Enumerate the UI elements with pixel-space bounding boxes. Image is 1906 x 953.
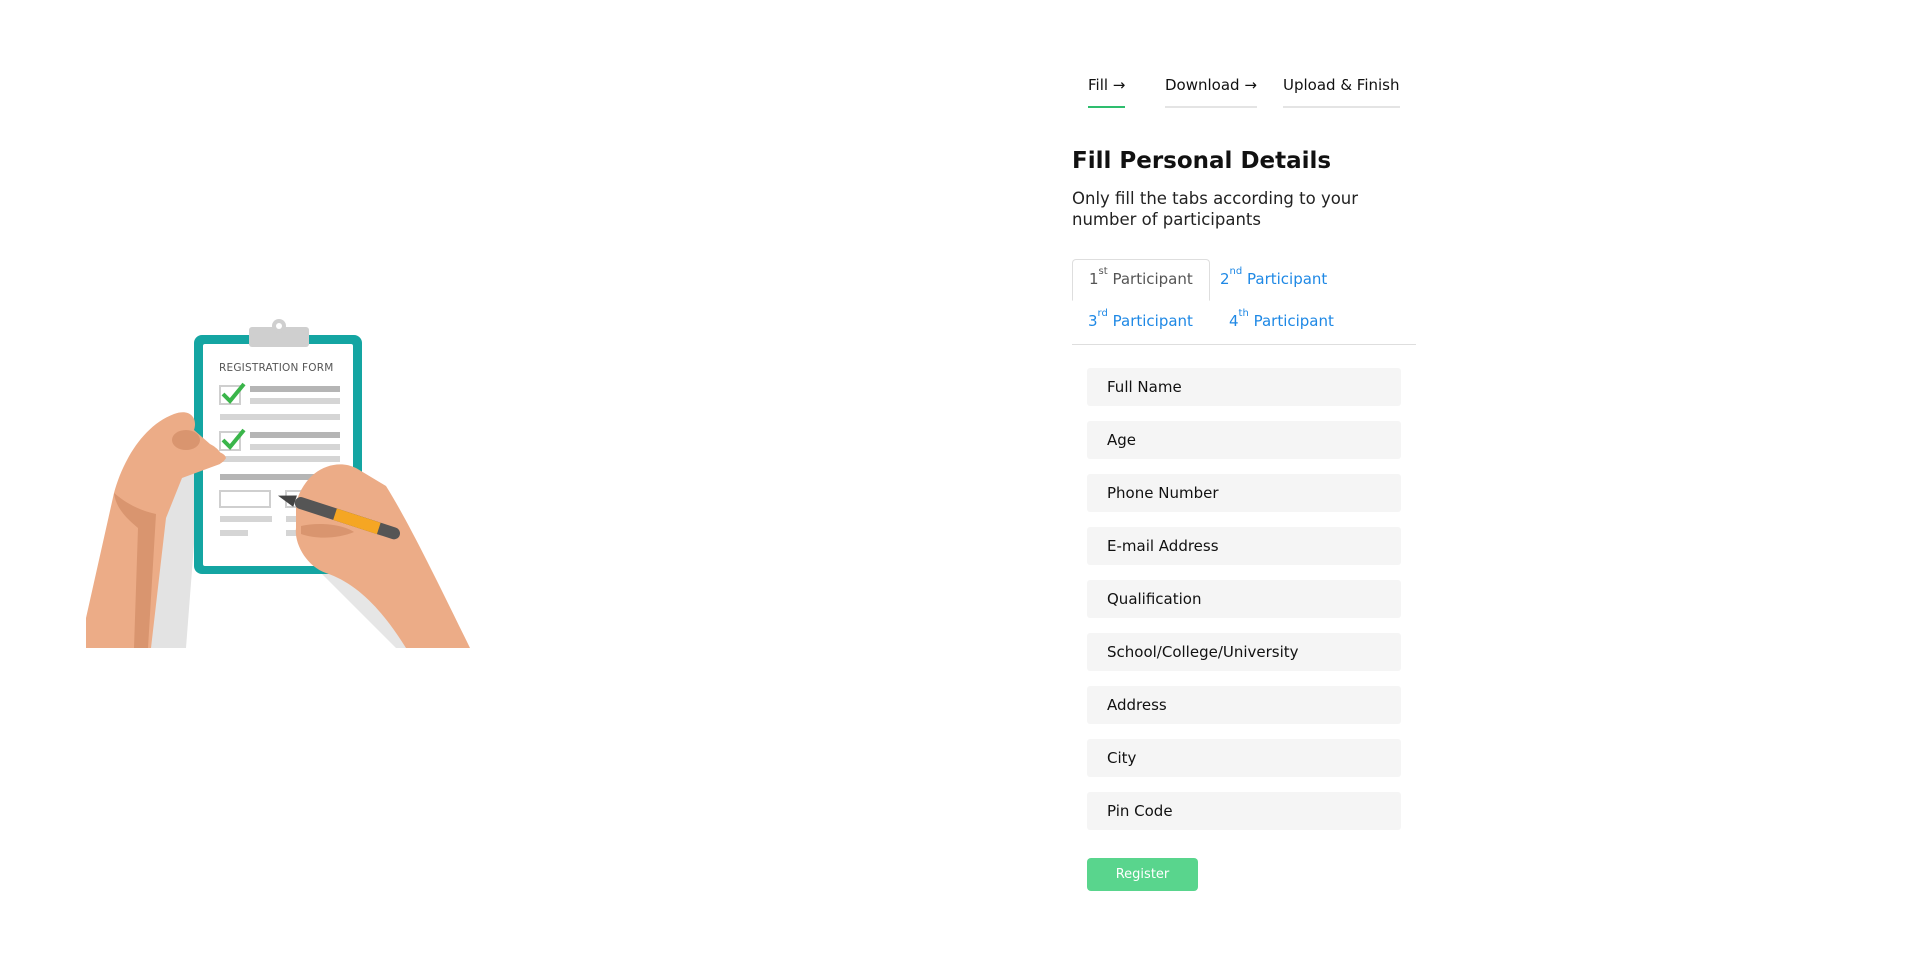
full-name-field[interactable] (1087, 368, 1401, 406)
tab-label: Participant (1112, 312, 1193, 330)
tab-number: 2 (1220, 270, 1230, 288)
tab-number: 4 (1229, 312, 1239, 330)
tab-participant-3[interactable]: 3rd Participant (1088, 308, 1193, 330)
tab-label: Participant (1247, 270, 1328, 288)
step-upload-finish[interactable]: Upload & Finish (1283, 76, 1400, 108)
progress-steps: Fill → Download → Upload & Finish (1072, 62, 1422, 112)
email-field[interactable] (1087, 527, 1401, 565)
phone-number-field[interactable] (1087, 474, 1401, 512)
registration-illustration: REGISTRATION FORM (86, 318, 470, 648)
register-button[interactable]: Register (1087, 858, 1198, 891)
institution-field[interactable] (1087, 633, 1401, 671)
tab-ordinal: nd (1229, 266, 1243, 277)
tab-number: 3 (1088, 312, 1098, 330)
step-fill[interactable]: Fill → (1088, 76, 1126, 108)
tab-number: 1 (1089, 270, 1099, 288)
city-field[interactable] (1087, 739, 1401, 777)
tab-ordinal: th (1238, 308, 1249, 319)
address-field[interactable] (1087, 686, 1401, 724)
tab-ordinal: st (1098, 266, 1108, 277)
tab-label: Participant (1112, 270, 1193, 288)
tab-participant-4[interactable]: 4th Participant (1229, 308, 1334, 330)
qualification-field[interactable] (1087, 580, 1401, 618)
tab-participant-2[interactable]: 2nd Participant (1220, 266, 1328, 288)
tab-ordinal: rd (1097, 308, 1108, 319)
page-title: Fill Personal Details (1072, 148, 1332, 174)
participant-tabs: 1st Participant 2nd Participant 3rd Part… (1072, 259, 1416, 345)
page-subtitle: Only fill the tabs according to your num… (1072, 189, 1359, 229)
pin-code-field[interactable] (1087, 792, 1401, 830)
participant-form (1087, 368, 1401, 845)
age-field[interactable] (1087, 421, 1401, 459)
step-download[interactable]: Download → (1165, 76, 1257, 108)
illustration-form-title: REGISTRATION FORM (219, 362, 334, 374)
tab-label: Participant (1253, 312, 1334, 330)
tab-participant-1[interactable]: 1st Participant (1072, 259, 1210, 301)
